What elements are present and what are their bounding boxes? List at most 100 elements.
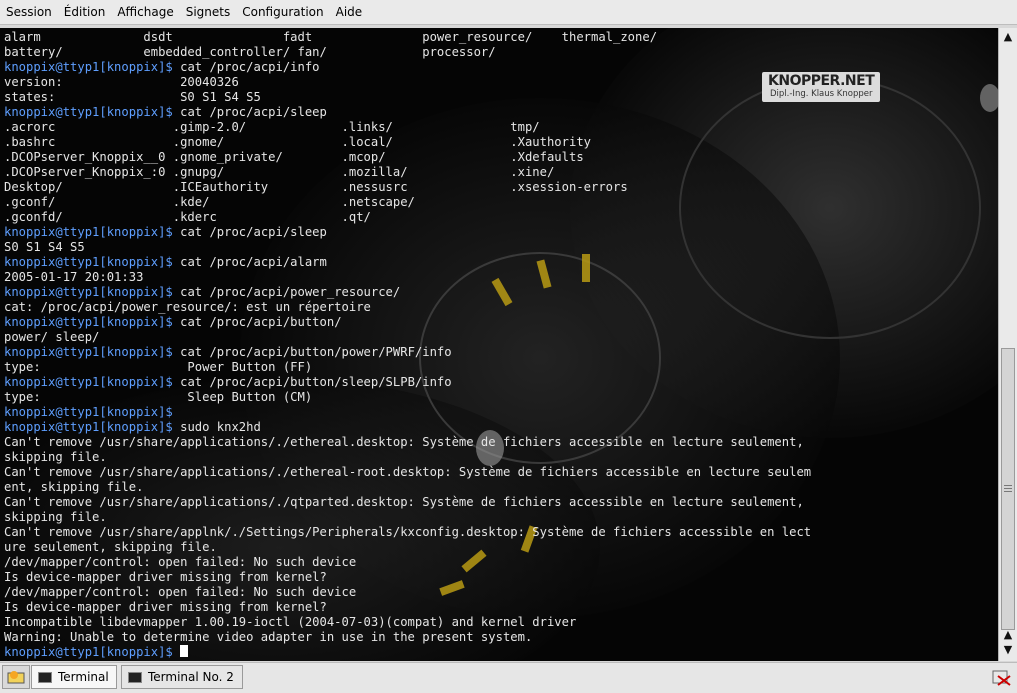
terminal-view[interactable]: KNOPPER.NET Dipl.-Ing. Klaus Knopper ala… [0, 28, 998, 661]
menu-signets[interactable]: Signets [180, 0, 237, 24]
output-text: sudo knx2hd [180, 420, 261, 434]
shell-prompt: knoppix@ttyp1[knoppix]$ [4, 255, 181, 269]
shell-prompt: knoppix@ttyp1[knoppix]$ [4, 405, 173, 419]
close-session-icon[interactable] [992, 669, 1012, 687]
shell-prompt: knoppix@ttyp1[knoppix]$ [4, 60, 181, 74]
terminal-line: Is device-mapper driver missing from ker… [4, 600, 998, 615]
shell-prompt: knoppix@ttyp1[knoppix]$ [4, 420, 181, 434]
text-cursor [180, 645, 189, 657]
output-text: /dev/mapper/control: open failed: No suc… [4, 555, 357, 569]
menu-aide[interactable]: Aide [330, 0, 369, 24]
scrollbar-thumb[interactable] [1001, 348, 1015, 630]
menu-edition[interactable]: Édition [58, 0, 112, 24]
terminal-line: skipping file. [4, 510, 998, 525]
output-text: skipping file. [4, 510, 107, 524]
terminal-line: .bashrc .gnome/ .local/ .Xauthority [4, 135, 998, 150]
output-text: cat: /proc/acpi/power_resource/: est un … [4, 300, 371, 314]
terminal-line: S0 S1 S4 S5 [4, 240, 998, 255]
terminal-icon [128, 671, 142, 683]
output-text: cat /proc/acpi/button/sleep/SLPB/info [180, 375, 452, 389]
terminal-line: .gconfd/ .kderc .qt/ [4, 210, 998, 225]
output-text: Can't remove /usr/share/applications/./q… [4, 495, 804, 509]
arrow-down-icon[interactable]: ▼ [1001, 643, 1015, 657]
terminal-line: knoppix@ttyp1[knoppix]$ cat /proc/acpi/a… [4, 255, 998, 270]
terminal-line: knoppix@ttyp1[knoppix]$ cat /proc/acpi/p… [4, 285, 998, 300]
terminal-line: .gconf/ .kde/ .netscape/ [4, 195, 998, 210]
output-text: .acrorc .gimp-2.0/ .links/ tmp/ [4, 120, 540, 134]
output-text: Can't remove /usr/share/applications/./e… [4, 435, 804, 449]
terminal-line: skipping file. [4, 450, 998, 465]
terminal-line: power/ sleep/ [4, 330, 998, 345]
session-icon [7, 671, 25, 684]
output-text: S0 S1 S4 S5 [4, 240, 85, 254]
output-text: ent, skipping file. [4, 480, 144, 494]
output-text: cat /proc/acpi/button/power/PWRF/info [180, 345, 452, 359]
output-text: Desktop/ .ICEauthority .nessusrc .xsessi… [4, 180, 628, 194]
terminal-line: .acrorc .gimp-2.0/ .links/ tmp/ [4, 120, 998, 135]
terminal-line: knoppix@ttyp1[knoppix]$ [4, 405, 998, 420]
menu-bar: Session Édition Affichage Signets Config… [0, 0, 1017, 25]
terminal-line: knoppix@ttyp1[knoppix]$ cat /proc/acpi/i… [4, 60, 998, 75]
output-text: Is device-mapper driver missing from ker… [4, 600, 327, 614]
shell-prompt: knoppix@ttyp1[knoppix]$ [4, 375, 181, 389]
terminal-line: knoppix@ttyp1[knoppix]$ [4, 645, 998, 660]
arrow-up-icon[interactable]: ▲ [1001, 30, 1015, 44]
terminal-line: knoppix@ttyp1[knoppix]$ cat /proc/acpi/s… [4, 225, 998, 240]
terminal-line: Can't remove /usr/share/applications/./e… [4, 435, 998, 450]
output-text: /dev/mapper/control: open failed: No suc… [4, 585, 357, 599]
arrow-up-icon[interactable]: ▲ [1001, 628, 1015, 642]
output-text: Can't remove /usr/share/applnk/./Setting… [4, 525, 812, 539]
terminal-icon [38, 671, 52, 683]
shell-prompt: knoppix@ttyp1[knoppix]$ [4, 105, 181, 119]
shell-prompt: knoppix@ttyp1[knoppix]$ [4, 645, 181, 659]
output-text: cat /proc/acpi/info [180, 60, 320, 74]
terminal-line: Warning: Unable to determine video adapt… [4, 630, 998, 645]
terminal-line: Incompatible libdevmapper 1.00.19-ioctl … [4, 615, 998, 630]
taskbar: Terminal Terminal No. 2 [0, 662, 1017, 693]
terminal-line: Is device-mapper driver missing from ker… [4, 570, 998, 585]
shell-prompt: knoppix@ttyp1[knoppix]$ [4, 285, 181, 299]
output-text: .gconfd/ .kderc .qt/ [4, 210, 371, 224]
output-text: Warning: Unable to determine video adapt… [4, 630, 533, 644]
output-text: power/ sleep/ [4, 330, 100, 344]
terminal-line: knoppix@ttyp1[knoppix]$ cat /proc/acpi/b… [4, 345, 998, 360]
tab-terminal-no-2[interactable]: Terminal No. 2 [121, 665, 243, 689]
terminal-line: 2005-01-17 20:01:33 [4, 270, 998, 285]
terminal-line: cat: /proc/acpi/power_resource/: est un … [4, 300, 998, 315]
menu-affichage[interactable]: Affichage [111, 0, 179, 24]
terminal-line: knoppix@ttyp1[knoppix]$ cat /proc/acpi/s… [4, 105, 998, 120]
shell-prompt: knoppix@ttyp1[knoppix]$ [4, 315, 181, 329]
output-text: cat /proc/acpi/power_resource/ [180, 285, 401, 299]
terminal-line: Can't remove /usr/share/applnk/./Setting… [4, 525, 998, 540]
terminal-line: battery/ embedded_controller/ fan/ proce… [4, 45, 998, 60]
terminal-line: version: 20040326 [4, 75, 998, 90]
output-text: alarm dsdt fadt power_resource/ thermal_… [4, 30, 658, 44]
output-text: cat /proc/acpi/sleep [180, 225, 327, 239]
terminal-line: /dev/mapper/control: open failed: No suc… [4, 555, 998, 570]
output-text: battery/ embedded_controller/ fan/ proce… [4, 45, 496, 59]
shell-prompt: knoppix@ttyp1[knoppix]$ [4, 225, 181, 239]
terminal-line: /dev/mapper/control: open failed: No suc… [4, 585, 998, 600]
tab-terminal[interactable]: Terminal [31, 665, 117, 689]
vertical-scrollbar[interactable]: ▲ ▲ ▼ [998, 28, 1017, 661]
terminal-line: ure seulement, skipping file. [4, 540, 998, 555]
terminal-line: knoppix@ttyp1[knoppix]$ cat /proc/acpi/b… [4, 375, 998, 390]
menu-configuration[interactable]: Configuration [236, 0, 329, 24]
output-text: cat /proc/acpi/button/ [180, 315, 342, 329]
terminal-line: Can't remove /usr/share/applications/./q… [4, 495, 998, 510]
terminal-line: ent, skipping file. [4, 480, 998, 495]
output-text: version: 20040326 [4, 75, 239, 89]
terminal-line: .DCOPserver_Knoppix_:0 .gnupg/ .mozilla/… [4, 165, 998, 180]
terminal-line: alarm dsdt fadt power_resource/ thermal_… [4, 30, 998, 45]
new-session-button[interactable] [2, 665, 30, 689]
terminal-line: knoppix@ttyp1[knoppix]$ sudo knx2hd [4, 420, 998, 435]
output-text: .DCOPserver_Knoppix_:0 .gnupg/ .mozilla/… [4, 165, 555, 179]
output-text: .bashrc .gnome/ .local/ .Xauthority [4, 135, 591, 149]
output-text: cat /proc/acpi/alarm [180, 255, 327, 269]
output-text: ure seulement, skipping file. [4, 540, 217, 554]
terminal-line: Desktop/ .ICEauthority .nessusrc .xsessi… [4, 180, 998, 195]
menu-session[interactable]: Session [0, 0, 58, 24]
output-text: 2005-01-17 20:01:33 [4, 270, 144, 284]
terminal-line: type: Sleep Button (CM) [4, 390, 998, 405]
terminal-line: states: S0 S1 S4 S5 [4, 90, 998, 105]
